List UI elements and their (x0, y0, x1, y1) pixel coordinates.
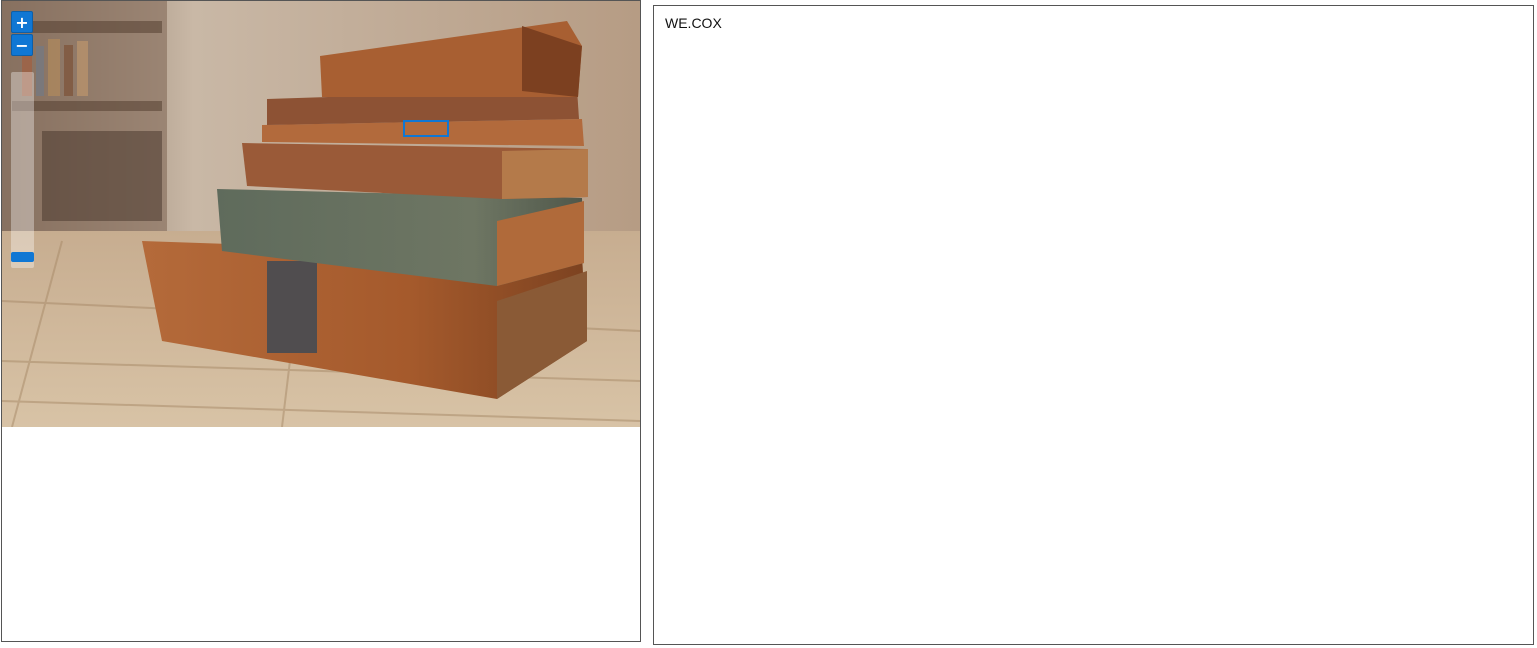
ocr-text: WE.COX (665, 15, 722, 31)
book-stack-image (2, 1, 640, 427)
zoom-in-button[interactable]: + (11, 11, 33, 33)
image-viewer[interactable]: + − (1, 0, 641, 642)
zoom-slider-track[interactable] (11, 72, 34, 268)
book-stack-photo[interactable] (2, 1, 640, 427)
ocr-text-panel[interactable]: WE.COX (653, 5, 1534, 645)
zoom-out-button[interactable]: − (11, 34, 33, 56)
zoom-slider-handle[interactable] (11, 252, 34, 262)
